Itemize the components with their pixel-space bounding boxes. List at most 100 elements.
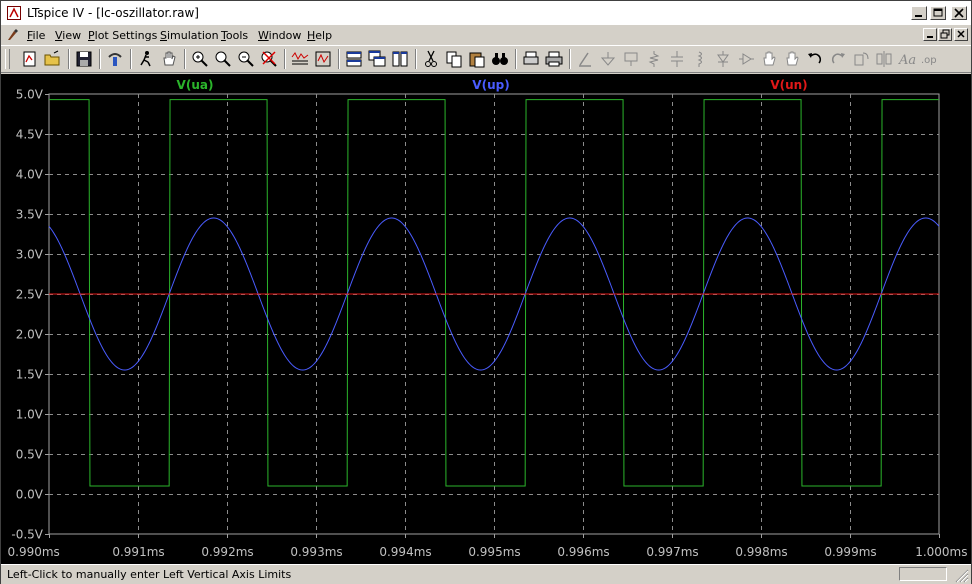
toolbar: Aa .op bbox=[1, 45, 971, 73]
y-tick-label: 0.0V bbox=[16, 488, 44, 502]
ltspice-app-icon[interactable] bbox=[7, 6, 21, 20]
save-icon[interactable] bbox=[74, 49, 94, 69]
menu-bar: File View Plot Settings Simulation Tools… bbox=[1, 25, 971, 45]
close-button[interactable] bbox=[951, 6, 967, 20]
status-message: Left-Click to manually enter Left Vertic… bbox=[7, 568, 292, 581]
x-tick-label: 0.995ms bbox=[468, 545, 520, 559]
print-preview-icon[interactable] bbox=[521, 49, 541, 69]
print-icon[interactable] bbox=[544, 49, 564, 69]
maximize-button[interactable] bbox=[930, 6, 946, 20]
zoom-out-icon[interactable] bbox=[236, 49, 256, 69]
menu-window[interactable]: Window bbox=[258, 29, 301, 42]
menu-plot-settings[interactable]: Plot Settings bbox=[88, 29, 157, 42]
toolbar-grip[interactable] bbox=[5, 49, 10, 69]
mirror-icon[interactable] bbox=[874, 49, 894, 69]
menu-tools-rest: ools bbox=[225, 29, 249, 42]
zoom-area-icon[interactable] bbox=[190, 49, 210, 69]
toolbar-separator bbox=[415, 49, 417, 69]
drag-hand-icon[interactable] bbox=[782, 49, 802, 69]
control-panel-icon[interactable] bbox=[105, 49, 125, 69]
ground-icon[interactable] bbox=[598, 49, 618, 69]
menu-window-rest: indow bbox=[268, 29, 302, 42]
x-tick-label: 0.991ms bbox=[112, 545, 164, 559]
toolbar-separator bbox=[184, 49, 186, 69]
new-schematic-icon[interactable] bbox=[20, 49, 40, 69]
rotate-icon[interactable] bbox=[851, 49, 871, 69]
menu-view-rest: iew bbox=[62, 29, 82, 42]
y-tick-label: 3.0V bbox=[16, 248, 44, 262]
title-bar[interactable]: LTspice IV - [lc-oszillator.raw] bbox=[1, 1, 971, 25]
inductor-icon[interactable] bbox=[690, 49, 710, 69]
toolbar-separator bbox=[515, 49, 517, 69]
y-tick-label: 4.0V bbox=[16, 168, 44, 182]
svg-text:Aa: Aa bbox=[898, 53, 916, 68]
x-tick-label: 0.998ms bbox=[735, 545, 787, 559]
x-tick-label: 0.999ms bbox=[824, 545, 876, 559]
zoom-cancel-icon[interactable] bbox=[259, 49, 279, 69]
y-tick-label: -0.5V bbox=[11, 528, 43, 542]
component-icon[interactable] bbox=[736, 49, 756, 69]
ltspice-window: LTspice IV - [lc-oszillator.raw] File Vi… bbox=[0, 0, 972, 584]
halt-hand-icon[interactable] bbox=[159, 49, 179, 69]
toolbar-separator bbox=[338, 49, 340, 69]
toolbar-separator bbox=[68, 49, 70, 69]
pick-visible-traces-icon[interactable] bbox=[313, 49, 333, 69]
mdi-restore-button[interactable] bbox=[938, 28, 952, 41]
move-hand-icon[interactable] bbox=[759, 49, 779, 69]
cut-icon[interactable] bbox=[421, 49, 441, 69]
text-icon[interactable]: Aa bbox=[897, 49, 917, 69]
x-tick-label: 0.994ms bbox=[379, 545, 431, 559]
mdi-close-button[interactable] bbox=[954, 28, 968, 41]
copy-icon[interactable] bbox=[444, 49, 464, 69]
y-tick-label: 5.0V bbox=[16, 88, 44, 102]
menu-view[interactable]: View bbox=[55, 29, 81, 42]
diode-icon[interactable] bbox=[713, 49, 733, 69]
toolbar-separator bbox=[99, 49, 101, 69]
trace-label[interactable]: V(up) bbox=[472, 78, 509, 92]
trace-label[interactable]: V(ua) bbox=[177, 78, 214, 92]
y-tick-label: 0.5V bbox=[16, 448, 44, 462]
mdi-minimize-button[interactable] bbox=[923, 28, 937, 41]
paste-icon[interactable] bbox=[467, 49, 487, 69]
y-tick-label: 3.5V bbox=[16, 208, 44, 222]
menu-simulation-rest: imulation bbox=[166, 29, 219, 42]
size-grip-icon[interactable] bbox=[953, 567, 969, 583]
menu-help-rest: elp bbox=[315, 29, 333, 42]
window-title: LTspice IV - [lc-oszillator.raw] bbox=[27, 6, 199, 20]
capacitor-icon[interactable] bbox=[667, 49, 687, 69]
document-icon[interactable] bbox=[5, 28, 19, 42]
menu-help[interactable]: Help bbox=[307, 29, 332, 42]
y-tick-label: 1.5V bbox=[16, 368, 44, 382]
label-net-icon[interactable] bbox=[621, 49, 641, 69]
menu-simulation[interactable]: Simulation bbox=[160, 29, 219, 42]
trace-label[interactable]: V(un) bbox=[770, 78, 807, 92]
find-binoculars-icon[interactable] bbox=[490, 49, 510, 69]
resistor-icon[interactable] bbox=[644, 49, 664, 69]
y-tick-label: 1.0V bbox=[16, 408, 44, 422]
redo-icon[interactable] bbox=[828, 49, 848, 69]
waveform-plot-pane[interactable]: 5.0V 4.5V 4.0V 3.5V 3.0V 2.5V 2.0V 1.5V 1.0V 0.5V… bbox=[1, 74, 971, 564]
wire-pencil-icon[interactable] bbox=[575, 49, 595, 69]
toolbar-separator bbox=[569, 49, 571, 69]
autorange-icon[interactable] bbox=[290, 49, 310, 69]
y-tick-label: 2.5V bbox=[16, 288, 44, 302]
zoom-in-icon[interactable] bbox=[213, 49, 233, 69]
tile-horizontal-icon[interactable] bbox=[344, 49, 364, 69]
y-tick-label: 4.5V bbox=[16, 128, 44, 142]
undo-icon[interactable] bbox=[805, 49, 825, 69]
svg-text:.op: .op bbox=[921, 55, 937, 66]
status-panel bbox=[899, 567, 947, 581]
x-tick-label: 0.993ms bbox=[290, 545, 342, 559]
menu-file[interactable]: File bbox=[27, 29, 45, 42]
cascade-icon[interactable] bbox=[367, 49, 387, 69]
x-tick-label: 0.992ms bbox=[201, 545, 253, 559]
run-icon[interactable] bbox=[136, 49, 156, 69]
menu-tools[interactable]: Tools bbox=[221, 29, 248, 42]
x-tick-label: 0.997ms bbox=[646, 545, 698, 559]
waveform-plot[interactable]: 5.0V 4.5V 4.0V 3.5V 3.0V 2.5V 2.0V 1.5V 1.0V 0.5V… bbox=[1, 74, 971, 564]
toolbar-separator bbox=[130, 49, 132, 69]
open-folder-icon[interactable] bbox=[43, 49, 63, 69]
spice-directive-icon[interactable]: .op bbox=[920, 49, 940, 69]
tile-vertical-icon[interactable] bbox=[390, 49, 410, 69]
minimize-button[interactable] bbox=[911, 6, 927, 20]
